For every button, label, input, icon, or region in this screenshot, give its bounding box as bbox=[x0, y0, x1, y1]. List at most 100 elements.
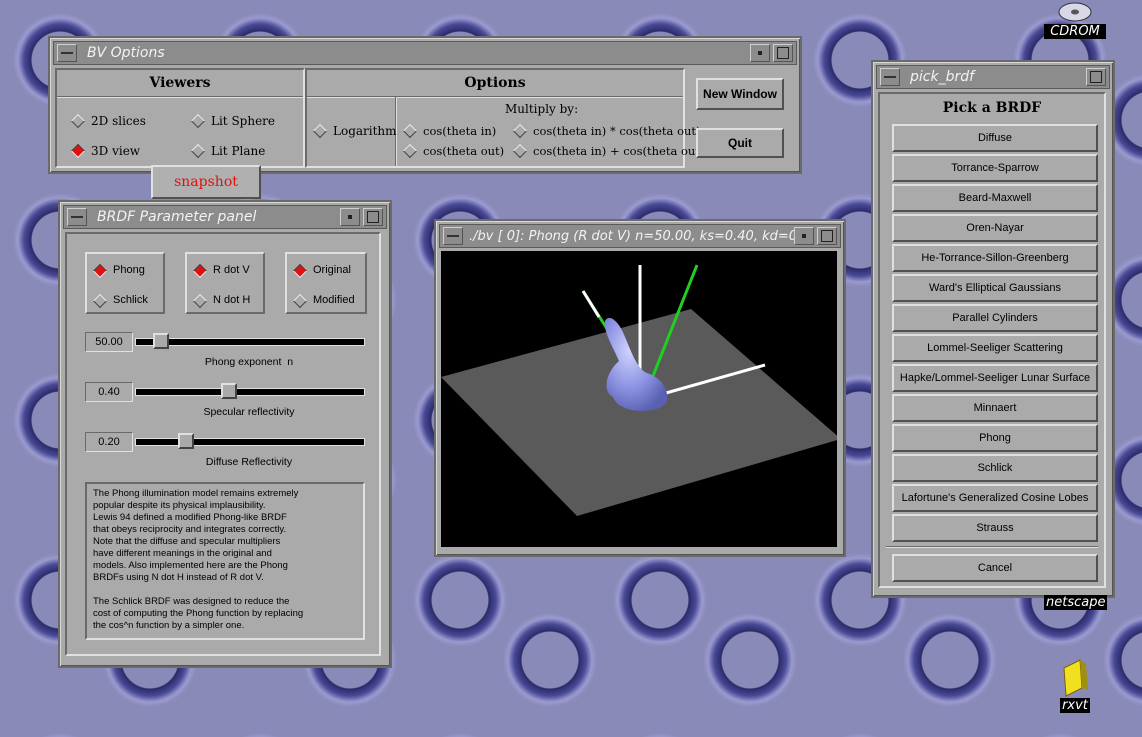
window-menu-button[interactable] bbox=[57, 44, 77, 62]
3d-viewer-window: ./bv [ 0]: Phong (R dot V) n=50.00, ks=0… bbox=[434, 219, 846, 557]
toggle-indicator bbox=[312, 123, 328, 139]
brdf-parameter-panel-window: BRDF Parameter panel Phong Schlick R dot… bbox=[58, 200, 392, 668]
maximize-button[interactable] bbox=[1086, 68, 1106, 86]
3d-render-canvas[interactable] bbox=[441, 251, 837, 547]
slider-thumb[interactable] bbox=[221, 383, 237, 399]
radio-indicator bbox=[70, 113, 86, 129]
minimize-button[interactable] bbox=[340, 208, 360, 226]
window-menu-button[interactable] bbox=[67, 208, 87, 226]
brdf-option-button[interactable]: Lommel-Seeliger Scattering bbox=[892, 334, 1098, 362]
description-line: BRDFs using N dot H instead of R dot V. bbox=[93, 572, 264, 583]
bv-options-window: BV Options Viewers 2D slices 3D view Lit… bbox=[48, 36, 802, 174]
slider-thumb[interactable] bbox=[153, 333, 169, 349]
toggle-indicator bbox=[402, 123, 418, 139]
maximize-button[interactable] bbox=[817, 227, 837, 245]
specular-slider-row: 0.40 Specular reflectivity bbox=[85, 382, 367, 422]
pick-brdf-window: pick_brdf Pick a BRDF Diffuse Torrance-Sp… bbox=[871, 60, 1115, 598]
description-line: that obeys reciprocity and integrates co… bbox=[93, 524, 287, 535]
radio-indicator-selected bbox=[70, 143, 86, 159]
specular-value: 0.40 bbox=[85, 382, 133, 402]
phong-exponent-slider[interactable] bbox=[135, 333, 365, 349]
pick-brdf-titlebar[interactable]: pick_brdf bbox=[876, 65, 1110, 89]
radio-indicator bbox=[92, 293, 108, 309]
brdf-3d-render bbox=[441, 264, 837, 516]
description-line: the cos^n function by a simpler one. bbox=[93, 620, 245, 631]
radio-indicator bbox=[190, 113, 206, 129]
maximize-button[interactable] bbox=[773, 44, 793, 62]
phong-exponent-slider-row: 50.00 Phong exponent n bbox=[85, 332, 367, 372]
brdf-option-button[interactable]: Parallel Cylinders bbox=[892, 304, 1098, 332]
minimize-button[interactable] bbox=[750, 44, 770, 62]
phong-exponent-value: 50.00 bbox=[85, 332, 133, 352]
brdf-option-button[interactable]: Strauss bbox=[892, 514, 1098, 542]
radio-indicator bbox=[292, 293, 308, 309]
radio-indicator-selected bbox=[292, 263, 308, 279]
radio-indicator bbox=[190, 143, 206, 159]
multiply-by-label: Multiply by: bbox=[505, 102, 579, 116]
specular-slider[interactable] bbox=[135, 383, 365, 399]
diffuse-label: Diffuse Reflectivity bbox=[205, 456, 293, 468]
pick-brdf-heading: Pick a BRDF bbox=[942, 100, 1042, 116]
rxvt-label: rxvt bbox=[1060, 698, 1090, 713]
maximize-button[interactable] bbox=[363, 208, 383, 226]
window-title: ./bv [ 0]: Phong (R dot V) n=50.00, ks=0… bbox=[469, 228, 794, 244]
bv-options-titlebar[interactable]: BV Options bbox=[53, 41, 797, 65]
cdrom-label: CDROM bbox=[1044, 24, 1106, 39]
radio-indicator bbox=[192, 293, 208, 309]
rxvt-desktop-icon[interactable]: rxvt bbox=[1052, 658, 1098, 713]
description-line: Note that the diffuse and specular multi… bbox=[93, 536, 281, 547]
brdf-option-button[interactable]: Ward's Elliptical Gaussians bbox=[892, 274, 1098, 302]
specular-label: Specular reflectivity bbox=[203, 406, 295, 418]
description-line: The Schlick BRDF was designed to reduce … bbox=[93, 596, 290, 607]
new-window-button[interactable]: New Window bbox=[696, 78, 784, 110]
description-line: have different meanings in the original … bbox=[93, 548, 272, 559]
slider-thumb[interactable] bbox=[178, 433, 194, 449]
window-title: pick_brdf bbox=[910, 69, 975, 85]
description-line: Lewis 94 defined a modified Phong-like B… bbox=[93, 512, 287, 523]
viewers-header: Viewers bbox=[149, 75, 211, 91]
cdrom-icon bbox=[1058, 2, 1092, 22]
netscape-desktop-icon[interactable]: netscape bbox=[1044, 595, 1108, 610]
description-line bbox=[93, 584, 357, 596]
window-menu-button[interactable] bbox=[880, 68, 900, 86]
diffuse-slider[interactable] bbox=[135, 433, 365, 449]
toggle-indicator bbox=[402, 143, 418, 159]
brdf-option-button[interactable]: Hapke/Lommel-Seeliger Lunar Surface bbox=[892, 364, 1098, 392]
description-line: The Phong illumination model remains ext… bbox=[93, 488, 299, 499]
snapshot-button[interactable]: snapshot bbox=[151, 165, 261, 199]
brdf-option-button[interactable]: Beard-Maxwell bbox=[892, 184, 1098, 212]
brdf-option-button[interactable]: He-Torrance-Sillon-Greenberg bbox=[892, 244, 1098, 272]
phong-exponent-label: Phong exponent n bbox=[204, 356, 294, 368]
window-menu-button[interactable] bbox=[443, 227, 463, 245]
brdf-option-button[interactable]: Oren-Nayar bbox=[892, 214, 1098, 242]
description-text-box[interactable]: The Phong illumination model remains ext… bbox=[85, 482, 365, 640]
brdf-panel-titlebar[interactable]: BRDF Parameter panel bbox=[63, 205, 387, 229]
pick-brdf-body: Pick a BRDF Diffuse Torrance-Sparrow Beard… bbox=[878, 92, 1106, 588]
viewers-frame: Viewers 2D slices 3D view Lit Sphere Lit… bbox=[55, 68, 305, 168]
toggle-indicator bbox=[512, 123, 528, 139]
brdf-panel-body: Phong Schlick R dot V N dot H Original M… bbox=[65, 232, 381, 656]
description-line: cost of computing the Phong function by … bbox=[93, 608, 304, 619]
options-frame: Options Logarithm Multiply by: cos(theta… bbox=[305, 68, 704, 168]
brdf-option-button[interactable]: Schlick bbox=[892, 454, 1098, 482]
toggle-indicator bbox=[512, 143, 528, 159]
cancel-button[interactable]: Cancel bbox=[892, 554, 1098, 582]
cdrom-desktop-icon[interactable]: CDROM bbox=[1044, 0, 1106, 39]
radio-indicator-selected bbox=[92, 263, 108, 279]
minimize-button[interactable] bbox=[794, 227, 814, 245]
brdf-option-button[interactable]: Lafortune's Generalized Cosine Lobes bbox=[892, 484, 1098, 512]
window-title: BV Options bbox=[87, 45, 165, 61]
description-text: The Phong illumination model remains ext… bbox=[93, 488, 357, 632]
viewer-titlebar[interactable]: ./bv [ 0]: Phong (R dot V) n=50.00, ks=0… bbox=[439, 224, 841, 248]
options-header: Options bbox=[464, 75, 526, 91]
brdf-option-button[interactable]: Diffuse bbox=[892, 124, 1098, 152]
diffuse-value: 0.20 bbox=[85, 432, 133, 452]
rxvt-terminal-icon bbox=[1063, 659, 1088, 697]
quit-button[interactable]: Quit bbox=[696, 128, 784, 158]
netscape-label: netscape bbox=[1044, 595, 1108, 610]
reflect-direction-white bbox=[581, 290, 601, 318]
diffuse-slider-row: 0.20 Diffuse Reflectivity bbox=[85, 432, 367, 472]
brdf-option-button[interactable]: Minnaert bbox=[892, 394, 1098, 422]
brdf-option-button[interactable]: Phong bbox=[892, 424, 1098, 452]
brdf-option-button[interactable]: Torrance-Sparrow bbox=[892, 154, 1098, 182]
